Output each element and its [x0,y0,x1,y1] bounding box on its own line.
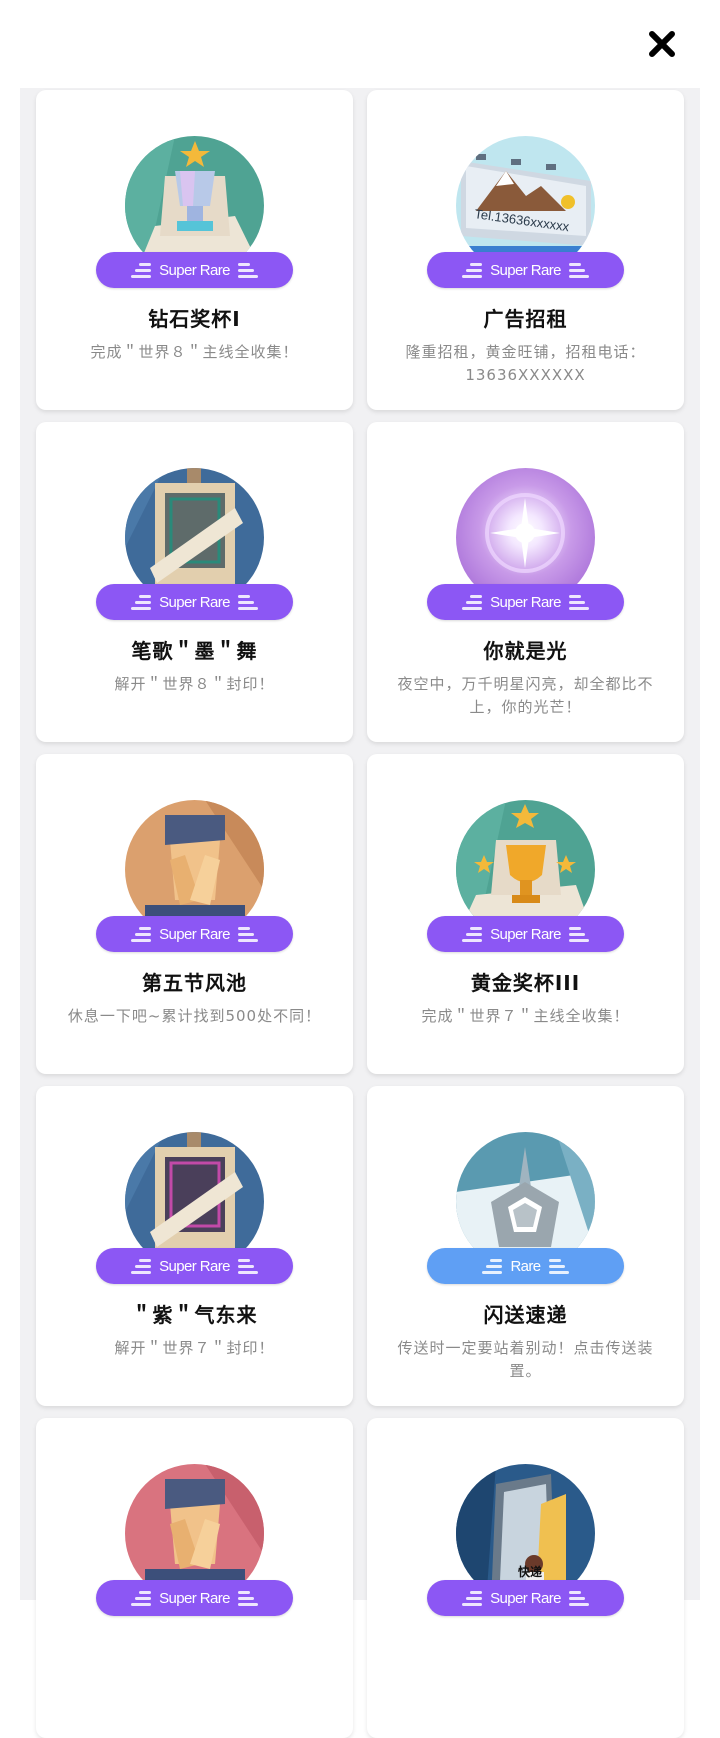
achievement-description: 解开＂世界８＂封印！ [114,675,275,693]
top-bar [0,0,720,88]
rarity-badge: Super Rare [96,584,293,620]
achievement-card[interactable]: Super Rare 黄金奖杯III 完成＂世界７＂主线全收集！ [367,754,684,1074]
rarity-label: Super Rare [490,261,561,279]
rarity-label: Super Rare [490,1589,561,1607]
achievement-description: 夜空中，万千明星闪亮，却全都比不上，你的光芒！ [397,675,654,716]
badge-left-bars [482,1258,503,1274]
rarity-label: Super Rare [159,261,230,279]
achievement-description: 完成＂世界７＂主线全收集！ [421,1007,630,1025]
achievement-card[interactable]: Super Rare 你就是光 夜空中，万千明星闪亮，却全都比不上，你的光芒！ [367,422,684,742]
badge-left-bars [131,594,152,610]
rarity-label: Super Rare [159,593,230,611]
badge-right-bars [237,1590,258,1606]
badge-left-bars [131,262,152,278]
rarity-label: Super Rare [159,1589,230,1607]
badge-right-bars [568,1590,589,1606]
achievement-card[interactable]: Tel.13636xxxxxx Super Rare 广告招租 隆重招租，黄金旺… [367,90,684,410]
rarity-badge: Super Rare [96,252,293,288]
badge-left-bars [462,926,483,942]
badge-right-bars [568,262,589,278]
achievement-grid: Super Rare 钻石奖杯I 完成＂世界８＂主线全收集！ Tel.13636… [36,90,684,1738]
rarity-badge: Super Rare [96,916,293,952]
achievement-title: 黄金奖杯III [470,971,581,995]
rarity-label: Super Rare [490,925,561,943]
achievement-description: 休息一下吧~累计找到500处不同！ [67,1007,322,1025]
rarity-badge: Super Rare [427,584,624,620]
rarity-badge: Super Rare [96,1248,293,1284]
rarity-badge: Rare [427,1248,624,1284]
achievement-card[interactable]: Super Rare 笔歌＂墨＂舞 解开＂世界８＂封印！ [36,422,353,742]
achievement-title: 广告招租 [483,307,568,331]
close-button[interactable] [642,24,682,64]
achievement-title: 笔歌＂墨＂舞 [131,639,258,663]
rarity-badge: Super Rare [427,1580,624,1616]
achievement-description: 解开＂世界７＂封印！ [114,1339,275,1357]
close-icon [649,31,675,57]
rarity-label: Super Rare [159,925,230,943]
achievement-card[interactable]: 快递 Super Rare [367,1418,684,1738]
achievement-title: ＂紫＂气东来 [131,1303,258,1327]
badge-right-bars [237,926,258,942]
rarity-badge: Super Rare [427,916,624,952]
badge-left-bars [131,926,152,942]
rarity-badge: Super Rare [427,252,624,288]
achievement-card[interactable]: Super Rare 钻石奖杯I 完成＂世界８＂主线全收集！ [36,90,353,410]
badge-left-bars [462,594,483,610]
achievement-title: 闪送速递 [483,1303,568,1327]
rarity-badge: Super Rare [96,1580,293,1616]
achievement-title: 第五节风池 [142,971,247,995]
rarity-label: Rare [510,1257,541,1275]
badge-left-bars [131,1590,152,1606]
achievement-card[interactable]: Rare 闪送速递 传送时一定要站着别动！点击传送装置。 [367,1086,684,1406]
achievement-description: 隆重招租，黄金旺铺，招租电话：13636XXXXXX [405,343,646,384]
achievement-description: 传送时一定要站着别动！点击传送装置。 [397,1339,654,1380]
badge-right-bars [237,594,258,610]
badge-right-bars [568,926,589,942]
achievement-panel: Super Rare 钻石奖杯I 完成＂世界８＂主线全收集！ Tel.13636… [20,88,700,1738]
badge-right-bars [237,262,258,278]
badge-left-bars [131,1258,152,1274]
achievement-title: 你就是光 [483,639,568,663]
achievement-card[interactable]: Super Rare 第五节风池 休息一下吧~累计找到500处不同！ [36,754,353,1074]
rarity-label: Super Rare [159,1257,230,1275]
achievement-card[interactable]: Super Rare [36,1418,353,1738]
achievement-card[interactable]: Super Rare ＂紫＂气东来 解开＂世界７＂封印！ [36,1086,353,1406]
express-sign-text: 快递 [518,1564,542,1579]
badge-right-bars [237,1258,258,1274]
badge-right-bars [568,594,589,610]
badge-left-bars [462,262,483,278]
badge-right-bars [548,1258,569,1274]
achievement-description: 完成＂世界８＂主线全收集！ [90,343,299,361]
achievement-title: 钻石奖杯I [148,307,241,331]
badge-left-bars [462,1590,483,1606]
rarity-label: Super Rare [490,593,561,611]
